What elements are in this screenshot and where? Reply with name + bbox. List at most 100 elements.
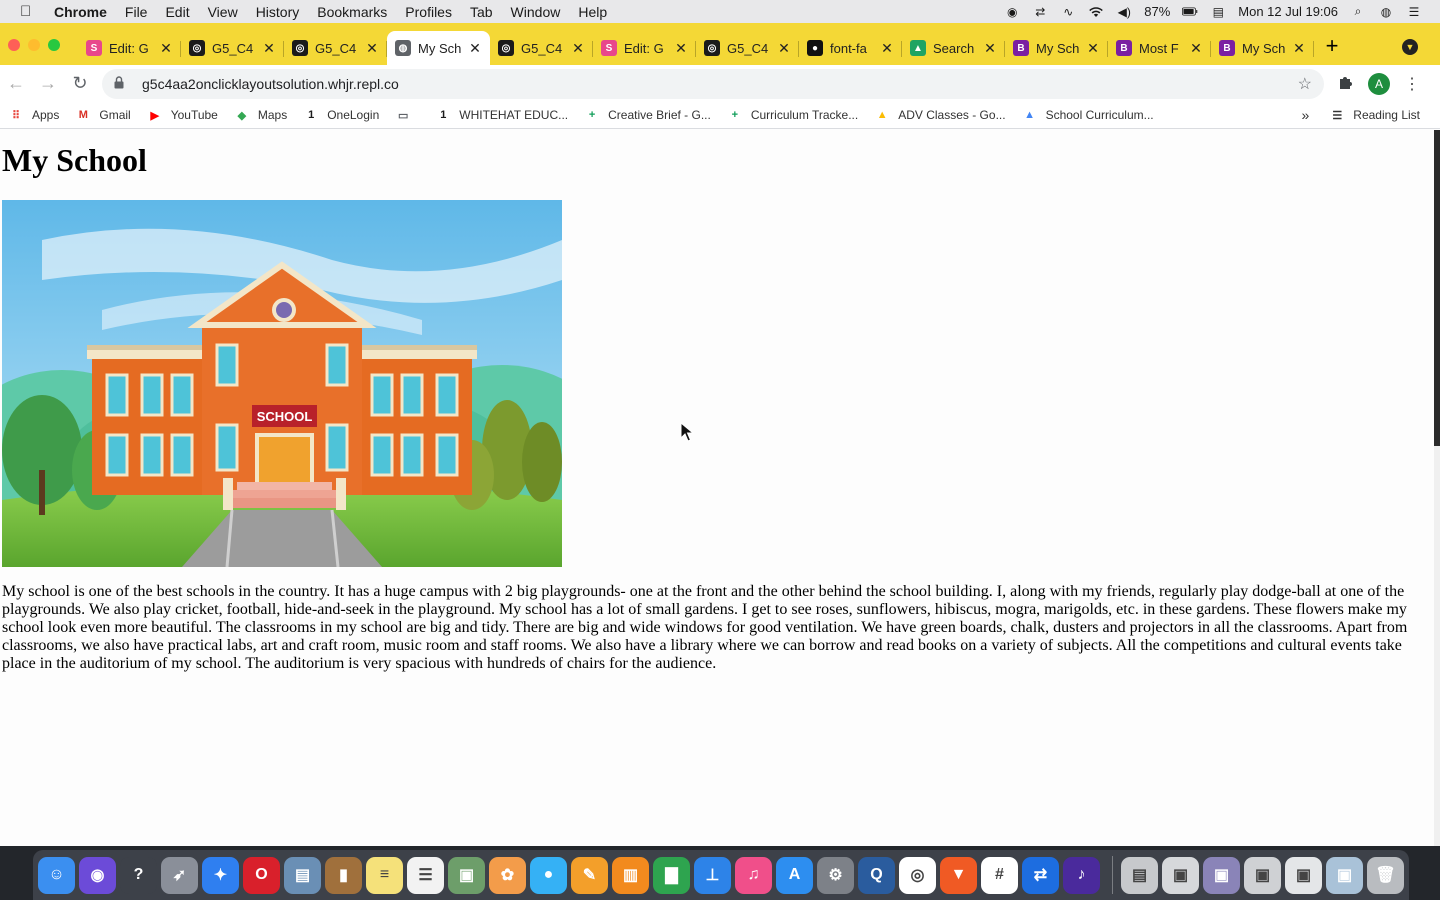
screenshot-file-icon[interactable]: ▣ xyxy=(1285,856,1322,894)
teamviewer-status-icon[interactable]: ⇄ xyxy=(1032,5,1048,19)
close-tab-icon[interactable]: ✕ xyxy=(159,40,173,57)
keyboard-input-icon[interactable]: ▤ xyxy=(1210,5,1226,19)
close-window-button[interactable] xyxy=(8,39,20,51)
notes-icon[interactable]: ≡ xyxy=(366,856,403,894)
browser-tab[interactable]: ● font-fa ✕ xyxy=(799,31,902,65)
page-scrollbar[interactable] xyxy=(1434,130,1440,846)
activity-icon[interactable]: ∿ xyxy=(1060,5,1076,19)
extensions-puzzle-icon[interactable] xyxy=(1338,74,1354,94)
menu-view[interactable]: View xyxy=(208,4,238,20)
screenshot-file-icon[interactable]: ▣ xyxy=(1203,856,1240,894)
tab-search-icon[interactable]: ▼ xyxy=(1402,39,1418,55)
reload-button[interactable]: ↻ xyxy=(64,73,96,94)
teamviewer-icon[interactable]: ⇄ xyxy=(1022,856,1059,894)
address-bar[interactable]: g5c4aa2onclicklayoutsolution.whjr.repl.c… xyxy=(102,68,1324,99)
minimize-window-button[interactable] xyxy=(28,39,40,51)
downloads-stack-icon[interactable]: ▤ xyxy=(1121,856,1158,894)
browser-tab[interactable]: ▲ Search ✕ xyxy=(902,31,1005,65)
back-button[interactable]: ← xyxy=(0,73,32,94)
menu-window[interactable]: Window xyxy=(511,4,561,20)
reading-list-button[interactable]: ☰ Reading List xyxy=(1329,108,1420,122)
browser-tab[interactable]: ◎ G5_C4 ✕ xyxy=(284,31,387,65)
app-store-icon[interactable]: A xyxy=(776,856,813,894)
volume-icon[interactable]: ◀) xyxy=(1116,5,1132,19)
bookmark-item[interactable]: ⠿ Apps xyxy=(8,108,59,122)
audio-app-icon[interactable]: ♪ xyxy=(1063,856,1100,894)
wifi-icon[interactable] xyxy=(1088,5,1104,19)
menu-help[interactable]: Help xyxy=(578,4,607,20)
chrome-icon[interactable]: ◎ xyxy=(899,856,936,894)
menu-profiles[interactable]: Profiles xyxy=(405,4,452,20)
url-text[interactable]: g5c4aa2onclicklayoutsolution.whjr.repl.c… xyxy=(142,76,1298,92)
browser-tab[interactable]: ◍ My Sch ✕ xyxy=(387,31,490,65)
apple-menu-icon[interactable]:  xyxy=(20,3,42,20)
menu-history[interactable]: History xyxy=(256,4,300,20)
bookmark-item[interactable]: M Gmail xyxy=(75,108,131,122)
browser-tab[interactable]: S Edit: G ✕ xyxy=(78,31,181,65)
close-tab-icon[interactable]: ✕ xyxy=(571,40,585,57)
bookmark-item[interactable]: ▲ ADV Classes - Go... xyxy=(874,108,1006,122)
siri-icon[interactable]: ◍ xyxy=(1378,5,1394,19)
quicktime-icon[interactable]: Q xyxy=(858,856,895,894)
menu-bookmarks[interactable]: Bookmarks xyxy=(317,4,387,20)
screenshot-file-icon[interactable]: ▣ xyxy=(1244,856,1281,894)
screenshot-file-icon[interactable]: ▣ xyxy=(1326,856,1363,894)
browser-tab[interactable]: ◎ G5_C4 ✕ xyxy=(490,31,593,65)
brave-icon[interactable]: ▼ xyxy=(940,856,977,894)
bookmark-item[interactable]: 1 OneLogin xyxy=(303,108,379,122)
notification-center-icon[interactable]: ☰ xyxy=(1406,5,1422,19)
bookmark-item[interactable]: 1 WHITEHAT EDUC... xyxy=(435,108,568,122)
close-tab-icon[interactable]: ✕ xyxy=(1189,40,1203,57)
new-tab-button[interactable]: + xyxy=(1314,33,1350,65)
close-tab-icon[interactable]: ✕ xyxy=(262,40,276,57)
lock-icon[interactable] xyxy=(114,75,130,92)
battery-icon[interactable] xyxy=(1182,5,1198,19)
bookmark-item[interactable]: ◆ Maps xyxy=(234,108,288,122)
close-tab-icon[interactable]: ✕ xyxy=(880,40,894,57)
keynote-icon[interactable]: ⊥ xyxy=(694,856,731,894)
contacts-icon[interactable]: ▮ xyxy=(325,856,362,894)
chrome-menu-icon[interactable]: ⋮ xyxy=(1404,74,1420,94)
browser-tab[interactable]: S Edit: G ✕ xyxy=(593,31,696,65)
screen-record-icon[interactable]: ◉ xyxy=(1004,5,1020,19)
browser-tab[interactable]: B My Sch ✕ xyxy=(1211,31,1314,65)
launchpad-icon[interactable]: ➶ xyxy=(161,856,198,894)
safari-icon[interactable]: ✦ xyxy=(202,856,239,894)
bookmark-item[interactable]: + Curriculum Tracke... xyxy=(727,108,859,122)
spotlight-search-icon[interactable]: ⌕ xyxy=(1350,4,1366,19)
close-tab-icon[interactable]: ✕ xyxy=(674,40,688,57)
photos-icon[interactable]: ✿ xyxy=(489,856,526,894)
opera-icon[interactable]: O xyxy=(243,856,280,894)
close-tab-icon[interactable]: ✕ xyxy=(468,40,482,57)
bookmark-item[interactable]: ▶ YouTube xyxy=(147,108,217,122)
books-icon[interactable]: ▥ xyxy=(612,856,649,894)
scrollbar-thumb[interactable] xyxy=(1434,130,1440,446)
numbers-icon[interactable]: ▇ xyxy=(653,856,690,894)
reminders-icon[interactable]: ☰ xyxy=(407,856,444,894)
browser-tab[interactable]: ◎ G5_C4 ✕ xyxy=(181,31,284,65)
browser-tab[interactable]: B Most F ✕ xyxy=(1108,31,1211,65)
menu-file[interactable]: File xyxy=(125,4,148,20)
help-icon[interactable]: ? xyxy=(120,856,157,894)
system-preferences-icon[interactable]: ⚙ xyxy=(817,856,854,894)
zoom-window-button[interactable] xyxy=(48,39,60,51)
menu-tab[interactable]: Tab xyxy=(470,4,493,20)
pages-icon[interactable]: ✎ xyxy=(571,856,608,894)
siri-icon[interactable]: ◉ xyxy=(79,856,116,894)
finder-icon[interactable]: ☺ xyxy=(38,856,75,894)
menubar-clock[interactable]: Mon 12 Jul 19:06 xyxy=(1238,4,1338,19)
bookmark-item[interactable]: ▭ xyxy=(395,108,419,122)
menu-edit[interactable]: Edit xyxy=(165,4,189,20)
close-tab-icon[interactable]: ✕ xyxy=(1086,40,1100,57)
bookmark-item[interactable]: ▲ School Curriculum... xyxy=(1022,108,1154,122)
screenshot-file-icon[interactable]: ▣ xyxy=(1162,856,1199,894)
itunes-icon[interactable]: ♫ xyxy=(735,856,772,894)
trash-icon[interactable]: 🗑 xyxy=(1367,856,1404,894)
profile-avatar[interactable]: A xyxy=(1368,72,1390,95)
image-capture-icon[interactable]: ▣ xyxy=(448,856,485,894)
close-tab-icon[interactable]: ✕ xyxy=(983,40,997,57)
app-menu[interactable]: Chrome xyxy=(54,4,107,20)
browser-tab[interactable]: B My Sch ✕ xyxy=(1005,31,1108,65)
bookmark-star-icon[interactable]: ☆ xyxy=(1298,74,1312,94)
bookmarks-overflow-button[interactable]: » xyxy=(1301,107,1309,123)
